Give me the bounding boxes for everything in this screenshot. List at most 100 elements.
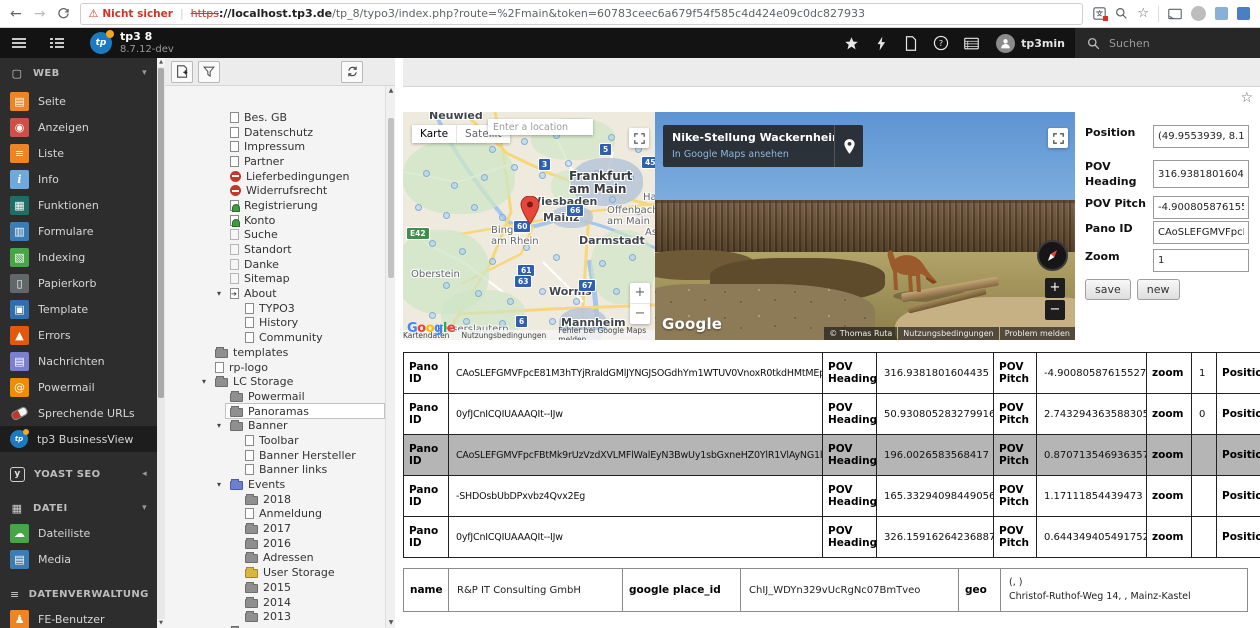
expand-arrow-icon[interactable]: ▾ — [198, 377, 210, 386]
tree-item-anmeldung[interactable]: Anmeldung — [165, 507, 385, 522]
save-button[interactable]: save — [1085, 279, 1131, 300]
tree-item-banner[interactable]: ▾Banner — [165, 418, 385, 433]
poi-marker[interactable] — [521, 138, 528, 145]
scroll-up-icon[interactable]: ▲ — [386, 86, 395, 96]
poi-marker[interactable] — [443, 212, 450, 219]
compass-control[interactable] — [1037, 240, 1068, 271]
pano-table-row[interactable]: Pano IDCAoSLEFGMVFpcFBtMk9rUzVzdXVLMFlWa… — [404, 435, 1260, 476]
tree-item-rp-logo[interactable]: rp-logo — [165, 360, 385, 375]
tree-item-banner-hersteller[interactable]: Banner Hersteller — [165, 448, 385, 463]
refresh-tree-button[interactable] — [341, 61, 363, 83]
tree-item-widerrufsrecht[interactable]: Widerrufsrecht — [165, 183, 385, 198]
pano-table-row[interactable]: Pano IDCAoSLEFGMVFpcE81M3hTYjRraldGMlJYN… — [404, 353, 1260, 394]
tree-item-partial[interactable] — [165, 624, 385, 628]
tree-item-powermail[interactable]: Powermail — [165, 389, 385, 404]
tree-item-impressum[interactable]: Impressum — [165, 139, 385, 154]
page-tree-scrollbar[interactable]: ▲ ▼ — [385, 86, 395, 628]
poi-marker[interactable] — [429, 312, 436, 319]
module-item-powermail[interactable]: @Powermail — [0, 374, 157, 400]
poi-marker[interactable] — [523, 244, 530, 251]
zoom-extension-icon[interactable] — [1115, 7, 1128, 20]
pov-pitch-input[interactable] — [1153, 196, 1249, 219]
pano-id-input[interactable] — [1153, 221, 1249, 244]
zoom-out-button[interactable]: − — [1045, 300, 1065, 320]
module-item-seite[interactable]: ▤Seite — [0, 88, 157, 114]
zoom-action[interactable]: zoom — [1147, 476, 1192, 517]
report-problem-link[interactable]: Problem melden — [1000, 327, 1075, 340]
browser-profile-icon[interactable] — [1191, 6, 1206, 21]
position-input[interactable] — [1153, 125, 1249, 148]
map-attrib-link[interactable]: Fehler bei Google Maps melden — [558, 326, 651, 340]
zoom-in-button[interactable]: + — [630, 283, 650, 304]
tree-item-community[interactable]: Community — [165, 330, 385, 345]
module-item-tp3-businessview[interactable]: tptp3 BusinessView — [0, 426, 157, 452]
poi-marker[interactable] — [475, 290, 482, 297]
module-item-formulare[interactable]: ▥Formulare — [0, 218, 157, 244]
tree-item-standort[interactable]: Standort — [165, 242, 385, 257]
module-item-fe-benutzer[interactable]: ♟FE-Benutzer — [0, 606, 157, 628]
poi-marker[interactable] — [539, 288, 546, 295]
poi-marker[interactable] — [489, 146, 496, 153]
tree-item-2016[interactable]: 2016 — [165, 536, 385, 551]
poi-marker[interactable] — [423, 170, 430, 177]
map-type-karte-button[interactable]: Karte — [412, 125, 456, 143]
poi-marker[interactable] — [609, 196, 616, 203]
pagetree-toggle-button[interactable] — [38, 28, 76, 58]
tree-item-user-storage[interactable]: User Storage — [165, 565, 385, 580]
expand-arrow-icon[interactable]: ▾ — [213, 289, 225, 298]
poi-marker[interactable] — [481, 174, 488, 181]
tree-item-2018[interactable]: 2018 — [165, 492, 385, 507]
map-attrib-link[interactable]: Nutzungsbedingungen — [461, 331, 546, 340]
poi-marker[interactable] — [635, 208, 642, 215]
site-logo-zone[interactable]: tp tp3 8 8.7.12-dev — [76, 31, 174, 55]
tree-item-history[interactable]: History — [165, 316, 385, 331]
tree-item-toolbar[interactable]: Toolbar — [165, 433, 385, 448]
pano-table-row[interactable]: Pano ID-SHDOsbUbDPxvbz4Qvx2EgPOV Heading… — [404, 476, 1260, 517]
tree-item-2014[interactable]: 2014 — [165, 595, 385, 610]
tree-item-events[interactable]: ▾Events — [165, 477, 385, 492]
scroll-up-icon[interactable]: ▲ — [157, 58, 165, 67]
poi-marker[interactable] — [629, 254, 636, 261]
system-info-button[interactable] — [956, 28, 986, 58]
poi-marker[interactable] — [471, 204, 478, 211]
poi-marker[interactable] — [443, 282, 450, 289]
url-bar[interactable]: ⚠ Nicht sicher | https://localhost.tp3.d… — [80, 3, 1083, 25]
expand-arrow-icon[interactable]: ▾ — [213, 480, 225, 489]
tree-item-about[interactable]: ▾About — [165, 286, 385, 301]
tree-item-2015[interactable]: 2015 — [165, 580, 385, 595]
open-in-google-maps-link[interactable]: In Google Maps ansehen — [672, 149, 834, 160]
poi-marker[interactable] — [539, 172, 546, 179]
tree-item-banner-links[interactable]: Banner links — [165, 463, 385, 478]
module-item-errors[interactable]: ▲Errors — [0, 322, 157, 348]
security-warning[interactable]: ⚠ Nicht sicher — [88, 7, 172, 20]
tree-item-bes-gb[interactable]: Bes. GB — [165, 110, 385, 125]
tree-item-sitemap[interactable]: Sitemap — [165, 272, 385, 287]
google-map[interactable]: NeuwiedFrankfurt am MainHanaWiesbadenMai… — [403, 112, 655, 340]
poi-marker[interactable] — [565, 160, 572, 167]
zoom-action[interactable]: zoom — [1147, 435, 1192, 476]
translate-extension-icon[interactable] — [1093, 7, 1106, 20]
street-view-panel[interactable]: Nike-Stellung Wackernheim In Google Maps… — [655, 112, 1075, 340]
poi-marker[interactable] — [415, 204, 422, 211]
tree-item-suche[interactable]: Suche — [165, 228, 385, 243]
bookmark-star-icon[interactable]: ☆ — [1137, 6, 1149, 21]
module-section-datei[interactable]: ▦DATEI▾ — [0, 496, 157, 520]
zoom-in-button[interactable]: + — [1045, 278, 1065, 298]
module-item-liste[interactable]: ≡Liste — [0, 140, 157, 166]
new-button[interactable]: new — [1137, 279, 1180, 300]
module-item-anzeigen[interactable]: ◉Anzeigen — [0, 114, 157, 140]
module-item-dateiliste[interactable]: ☁Dateiliste — [0, 520, 157, 546]
poi-marker[interactable] — [593, 170, 600, 177]
module-item-template[interactable]: ▣Template — [0, 296, 157, 322]
pin-icon[interactable] — [834, 125, 863, 167]
tree-item-typo3[interactable]: TYPO3 — [165, 301, 385, 316]
poi-marker[interactable] — [549, 318, 556, 325]
module-item-funktionen[interactable]: ▦Funktionen — [0, 192, 157, 218]
favorites-star-icon[interactable]: ☆ — [1240, 90, 1253, 106]
new-page-button[interactable] — [171, 61, 193, 83]
zoom-action[interactable]: zoom — [1147, 517, 1192, 558]
help-button[interactable]: ? — [926, 28, 956, 58]
expand-arrow-icon[interactable]: ▾ — [213, 421, 225, 430]
scroll-down-icon[interactable]: ▼ — [157, 619, 165, 628]
module-item-indexing[interactable]: ▧Indexing — [0, 244, 157, 270]
